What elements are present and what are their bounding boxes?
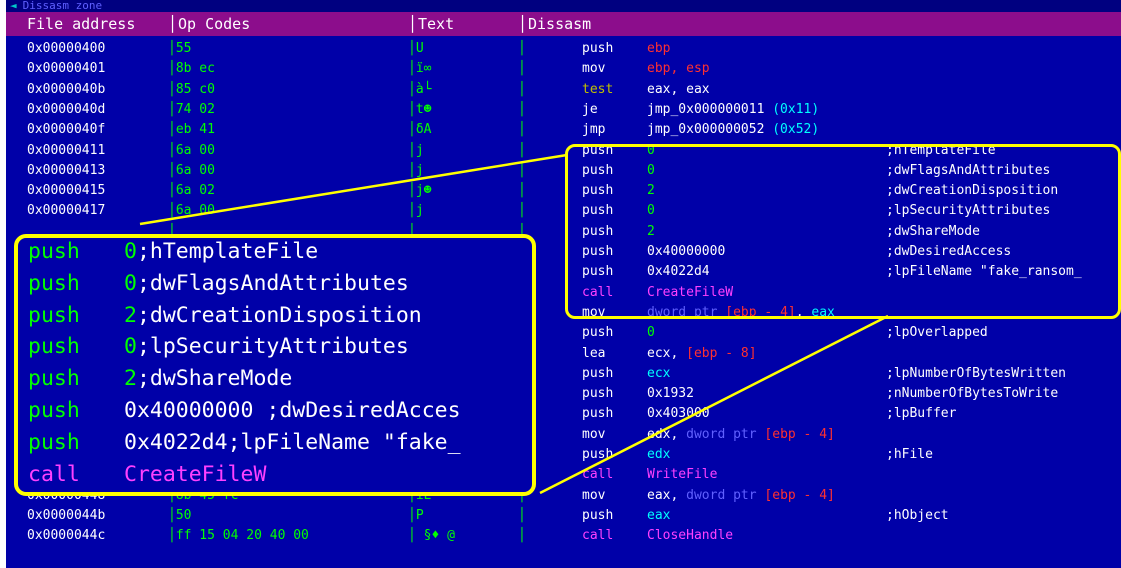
zoom-comment: ;dwFlagsAndAttributes [136,270,409,296]
zoom-operand: 0;dwFlagsAndAttributes [124,268,409,300]
zoom-arg: 0x4022d4 [124,429,228,455]
zoom-arg: 0 [124,334,137,360]
zoom-operand: 2;dwCreationDisposition [124,300,422,332]
zoom-mnemonic: push [28,429,80,455]
zoom-operand: 0;hTemplateFile [124,238,319,268]
callout-line-top [139,153,568,226]
zoom-operand: CreateFileW [124,459,266,491]
zoom-mnemonic: push [28,398,80,423]
zoom-arg: CreateFileW [124,461,267,487]
zoom-arg: 0 [124,270,137,296]
zoom-operand: 0x40000000 ;dwDesiredAcces [124,395,461,427]
zoom-operand: 0;lpSecurityAttributes [124,331,409,363]
callout-line-bottom [539,314,889,495]
zoom-arg: 2 [124,302,137,328]
zoom-mnemonic: push [28,366,80,392]
zoom-mnemonic: call [28,461,80,487]
zoom-arg: 2 [124,366,137,392]
zoom-comment: ;dwDesiredAcces [266,398,461,423]
highlight-region-box [565,144,1121,319]
zoom-comment: ;lpFileName "fake_ [227,429,461,455]
zoom-comment: ;dwCreationDisposition [136,302,422,328]
zoom-mnemonic: push [28,270,80,296]
zoom-mnemonic: push [28,302,80,328]
zoom-comment: ;lpSecurityAttributes [136,334,409,360]
zoom-comment: ;dwShareMode [136,366,293,392]
zoom-arg: 0 [124,239,137,264]
zoomed-code-callout: push 0;hTemplateFile push 0;dwFlagsAndAttri… [14,234,536,496]
zoom-operand: 2;dwShareMode [124,363,292,395]
zoom-comment: ;hTemplateFile [136,239,319,264]
zoom-mnemonic: push [28,334,80,360]
zoom-operand: 0x4022d4;lpFileName "fake_ [124,427,461,459]
zoom-arg: 0x40000000 [124,398,267,423]
zoom-mnemonic: push [28,239,80,264]
